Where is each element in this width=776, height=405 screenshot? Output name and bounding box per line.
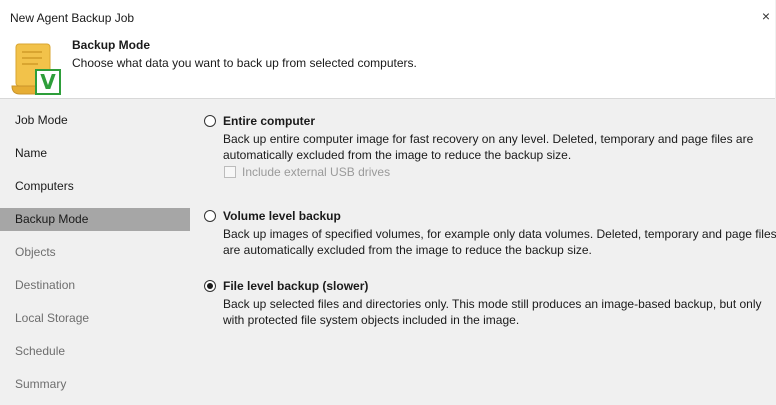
wizard-window: New Agent Backup Job × V Backup Mode Cho… bbox=[0, 0, 776, 405]
sidebar-item-name[interactable]: Name bbox=[0, 142, 190, 165]
sidebar-item-destination[interactable]: Destination bbox=[0, 274, 190, 297]
backup-mode-panel: Entire computer Back up entire computer … bbox=[190, 98, 776, 404]
sidebar-item-objects[interactable]: Objects bbox=[0, 241, 190, 264]
page-title: Backup Mode bbox=[72, 38, 151, 52]
include-usb-checkbox[interactable] bbox=[224, 166, 236, 178]
title-bar: New Agent Backup Job × bbox=[0, 0, 775, 34]
file-level-description: Back up selected files and directories o… bbox=[223, 297, 762, 327]
sidebar-item-local-storage[interactable]: Local Storage bbox=[0, 307, 190, 330]
wizard-header: V Backup Mode Choose what data you want … bbox=[0, 34, 775, 98]
sidebar-item-schedule[interactable]: Schedule bbox=[0, 340, 190, 363]
sidebar-item-job-mode[interactable]: Job Mode bbox=[0, 109, 190, 132]
volume-level-radio[interactable] bbox=[204, 210, 216, 222]
backup-scroll-icon: V bbox=[8, 42, 64, 98]
page-subtitle: Choose what data you want to back up fro… bbox=[72, 56, 417, 70]
file-level-radio[interactable] bbox=[204, 280, 216, 292]
include-usb-label: Include external USB drives bbox=[242, 165, 391, 179]
file-level-label[interactable]: File level backup (slower) bbox=[223, 279, 368, 293]
volume-level-label[interactable]: Volume level backup bbox=[223, 209, 341, 223]
volume-level-description: Back up images of specified volumes, for… bbox=[223, 227, 776, 257]
close-icon[interactable]: × bbox=[759, 6, 773, 26]
logo-letter: V bbox=[40, 70, 56, 94]
sidebar-item-computers[interactable]: Computers bbox=[0, 175, 190, 198]
window-title: New Agent Backup Job bbox=[10, 11, 135, 25]
entire-computer-radio[interactable] bbox=[204, 115, 216, 127]
sidebar-item-summary[interactable]: Summary bbox=[0, 373, 190, 396]
wizard-steps-sidebar: Job Mode Name Computers Backup Mode Obje… bbox=[0, 98, 190, 405]
sidebar-item-backup-mode[interactable]: Backup Mode bbox=[0, 208, 190, 231]
entire-computer-label[interactable]: Entire computer bbox=[223, 114, 315, 128]
entire-computer-description: Back up entire computer image for fast r… bbox=[223, 132, 754, 162]
